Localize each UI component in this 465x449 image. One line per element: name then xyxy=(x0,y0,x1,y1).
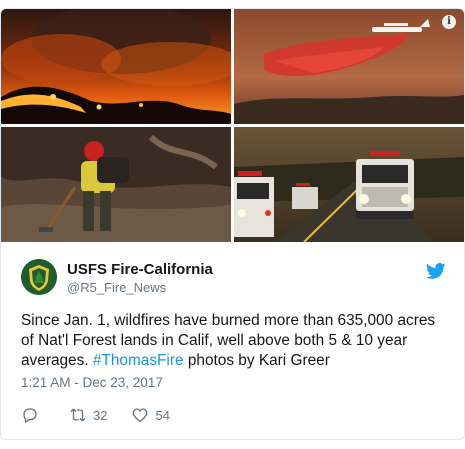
author-display-name[interactable]: USFS Fire-California xyxy=(67,261,213,279)
author-names: USFS Fire-California @R5_Fire_News xyxy=(67,261,213,297)
wildfire-image xyxy=(1,9,231,124)
retweet-count: 32 xyxy=(93,407,108,423)
heart-icon xyxy=(133,408,148,423)
avatar[interactable] xyxy=(21,259,57,295)
fire-engines-photo[interactable] xyxy=(234,127,464,242)
reply-icon xyxy=(23,408,37,424)
tweet-timestamp[interactable]: 1:21 AM - Dec 23, 2017 xyxy=(21,375,163,390)
firefighter-image xyxy=(1,127,231,242)
author-handle[interactable]: @R5_Fire_News xyxy=(67,279,213,297)
retweet-button[interactable]: 32 xyxy=(69,406,107,424)
like-button[interactable]: 54 xyxy=(131,406,170,424)
tweet-actions: 32 54 xyxy=(21,405,194,425)
air-tanker-image xyxy=(234,9,464,124)
media-info-icon[interactable]: i xyxy=(442,15,456,29)
retweet-icon xyxy=(70,408,86,422)
usfs-shield-icon xyxy=(21,259,57,295)
tweet-text-credit: photos by Kari Greer xyxy=(183,352,330,369)
hashtag-link[interactable]: #ThomasFire xyxy=(93,352,184,369)
tweet-text: Since Jan. 1, wildfires have burned more… xyxy=(21,311,446,371)
twitter-bird-icon[interactable] xyxy=(426,261,446,281)
firefighter-photo[interactable] xyxy=(1,127,231,242)
reply-button[interactable] xyxy=(21,406,45,424)
embedded-tweet-card: i USFS Fire-California @R5_Fire_News Sin… xyxy=(0,8,465,440)
wildfire-photo[interactable] xyxy=(1,9,231,124)
air-tanker-photo[interactable]: i xyxy=(234,9,464,124)
like-count: 54 xyxy=(155,407,170,423)
tweet-header: USFS Fire-California @R5_Fire_News xyxy=(21,259,446,299)
fire-engines-image xyxy=(234,127,464,242)
tweet-media-grid: i xyxy=(1,9,464,242)
